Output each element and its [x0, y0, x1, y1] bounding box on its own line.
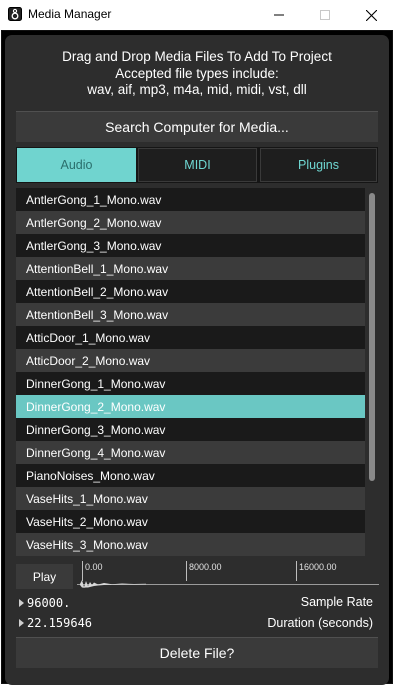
file-list-item[interactable]: PianoNoises_Mono.wav [16, 464, 365, 487]
duration-label: Duration (seconds) [267, 616, 373, 630]
tick-mark-0 [82, 561, 83, 581]
duration-value: 22.159646 [27, 616, 93, 630]
file-list-item[interactable]: AttentionBell_2_Mono.wav [16, 280, 365, 303]
sample-rate-value: 96000. [27, 596, 71, 610]
title-bar: Media Manager [0, 0, 394, 30]
minimize-icon [274, 14, 284, 16]
file-list-item[interactable]: AttentionBell_1_Mono.wav [16, 257, 365, 280]
tick-label-0: 0.00 [85, 562, 103, 572]
file-list-item[interactable]: DinnerGong_2_Mono.wav [16, 395, 365, 418]
tab-plugins[interactable]: Plugins [260, 148, 377, 182]
tick-mark-8000 [186, 561, 187, 581]
file-list-item[interactable]: AtticDoor_1_Mono.wav [16, 326, 365, 349]
close-button[interactable] [348, 0, 394, 30]
maximize-icon [320, 10, 330, 20]
waveform-display[interactable]: 0.00 8000.00 16000.00 [77, 561, 379, 595]
minimize-button[interactable] [256, 0, 302, 30]
waveform-shape [80, 580, 146, 588]
tick-label-16000: 16000.00 [299, 562, 337, 572]
drop-instructions[interactable]: Drag and Drop Media Files To Add To Proj… [5, 49, 389, 99]
media-panel: Drag and Drop Media Files To Add To Proj… [5, 35, 389, 685]
tab-midi[interactable]: MIDI [138, 148, 257, 182]
numbox-arrow-icon [19, 599, 24, 607]
instructions-line-3: wav, aif, mp3, m4a, mid, midi, vst, dll [87, 82, 307, 97]
delete-file-button[interactable]: Delete File? [16, 637, 378, 668]
app-icon [8, 7, 22, 21]
file-list-item[interactable]: AntlerGong_1_Mono.wav [16, 188, 365, 211]
file-list-item[interactable]: VaseHits_2_Mono.wav [16, 510, 365, 533]
file-list-item[interactable]: DinnerGong_1_Mono.wav [16, 372, 365, 395]
file-list-item[interactable]: AntlerGong_3_Mono.wav [16, 234, 365, 257]
search-computer-button[interactable]: Search Computer for Media... [16, 111, 378, 142]
numbox-arrow-icon [19, 619, 24, 627]
scrollbar-thumb[interactable] [369, 193, 375, 481]
file-list-item[interactable]: AtticDoor_2_Mono.wav [16, 349, 365, 372]
play-button[interactable]: Play [16, 564, 73, 589]
instructions-line-1: Drag and Drop Media Files To Add To Proj… [62, 49, 332, 64]
tab-audio[interactable]: Audio [17, 148, 136, 182]
file-list-item[interactable]: VaseHits_1_Mono.wav [16, 487, 365, 510]
sample-rate-label: Sample Rate [300, 595, 373, 609]
window-frame: Drag and Drop Media Files To Add To Proj… [1, 30, 393, 685]
close-icon [365, 9, 377, 21]
maximize-button[interactable] [302, 0, 348, 30]
file-list-item[interactable]: AntlerGong_2_Mono.wav [16, 211, 365, 234]
instructions-line-2: Accepted file types include: [115, 65, 279, 81]
media-type-tabs: Audio MIDI Plugins [16, 147, 378, 183]
tick-mark-16000 [296, 561, 297, 581]
file-list-scrollbar[interactable] [366, 188, 378, 558]
file-list-item[interactable]: DinnerGong_3_Mono.wav [16, 418, 365, 441]
sample-rate-numbox[interactable]: 96000. [19, 596, 70, 610]
duration-numbox[interactable]: 22.159646 [19, 616, 92, 630]
file-list[interactable]: AntlerGong_1_Mono.wav AntlerGong_2_Mono.w… [16, 188, 365, 558]
file-list-item[interactable]: VaseHits_3_Mono.wav [16, 533, 365, 556]
tick-label-8000: 8000.00 [189, 562, 222, 572]
file-list-item[interactable]: DinnerGong_4_Mono.wav [16, 441, 365, 464]
window-title: Media Manager [28, 7, 112, 21]
file-list-item[interactable]: AttentionBell_3_Mono.wav [16, 303, 365, 326]
